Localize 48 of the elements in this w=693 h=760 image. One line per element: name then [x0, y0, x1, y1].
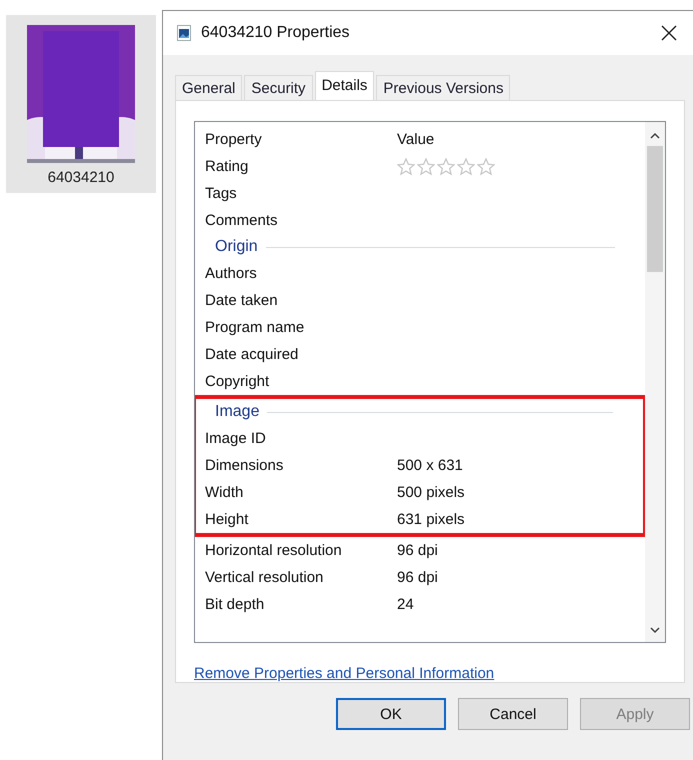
property-name: Bit depth — [205, 596, 266, 613]
close-button[interactable] — [659, 23, 679, 43]
property-name: Comments — [205, 212, 279, 229]
star-rating[interactable] — [397, 158, 495, 176]
file-name: 64034210 — [48, 169, 114, 186]
file-thumbnail[interactable]: 64034210 — [6, 15, 156, 193]
property-name: Authors — [205, 265, 258, 282]
property-name: Date acquired — [205, 346, 300, 363]
property-name: Dimensions — [205, 457, 284, 474]
property-name: Horizontal resolution — [205, 542, 343, 559]
star-icon — [457, 158, 475, 176]
property-value: 500 x 631 — [397, 457, 464, 474]
star-icon — [477, 158, 495, 176]
scroll-up-icon — [650, 132, 660, 140]
star-icon — [417, 158, 435, 176]
dialog-button[interactable]: Cancel — [458, 698, 568, 730]
group-heading: Origin — [215, 238, 258, 256]
image-file-icon — [177, 25, 191, 41]
scrollbar[interactable] — [645, 122, 665, 642]
property-name: Date taken — [205, 292, 279, 309]
tab[interactable]: General — [175, 75, 242, 100]
tab[interactable]: Security — [244, 75, 313, 100]
property-value: 500 pixels — [397, 484, 466, 501]
property-name: Height — [205, 511, 250, 528]
property-value: 96 dpi — [397, 542, 439, 559]
remove-properties-link[interactable]: Remove Properties and Personal Information — [194, 665, 666, 682]
close-icon — [659, 23, 679, 43]
property-name: Rating — [205, 158, 250, 175]
column-header[interactable]: Property — [205, 131, 397, 148]
property-name: Vertical resolution — [205, 569, 324, 586]
scroll-down-icon — [650, 626, 660, 634]
star-icon — [397, 158, 415, 176]
property-value: 96 dpi — [397, 569, 439, 586]
window-title: 64034210 Properties — [201, 24, 351, 42]
property-name: Copyright — [205, 373, 270, 390]
tab[interactable]: Previous Versions — [376, 75, 510, 100]
property-name: Program name — [205, 319, 306, 336]
property-name: Tags — [205, 185, 238, 202]
property-value: 631 pixels — [397, 511, 466, 528]
group-heading: Image — [215, 403, 260, 421]
property-name: Width — [205, 484, 244, 501]
column-header[interactable]: Value — [397, 131, 589, 148]
star-icon — [437, 158, 455, 176]
scroll-thumb[interactable] — [647, 146, 663, 272]
property-name: Image ID — [205, 430, 267, 447]
dialog-button[interactable]: OK — [336, 698, 446, 730]
property-value: 24 — [397, 596, 415, 613]
tab[interactable]: Details — [314, 71, 374, 100]
